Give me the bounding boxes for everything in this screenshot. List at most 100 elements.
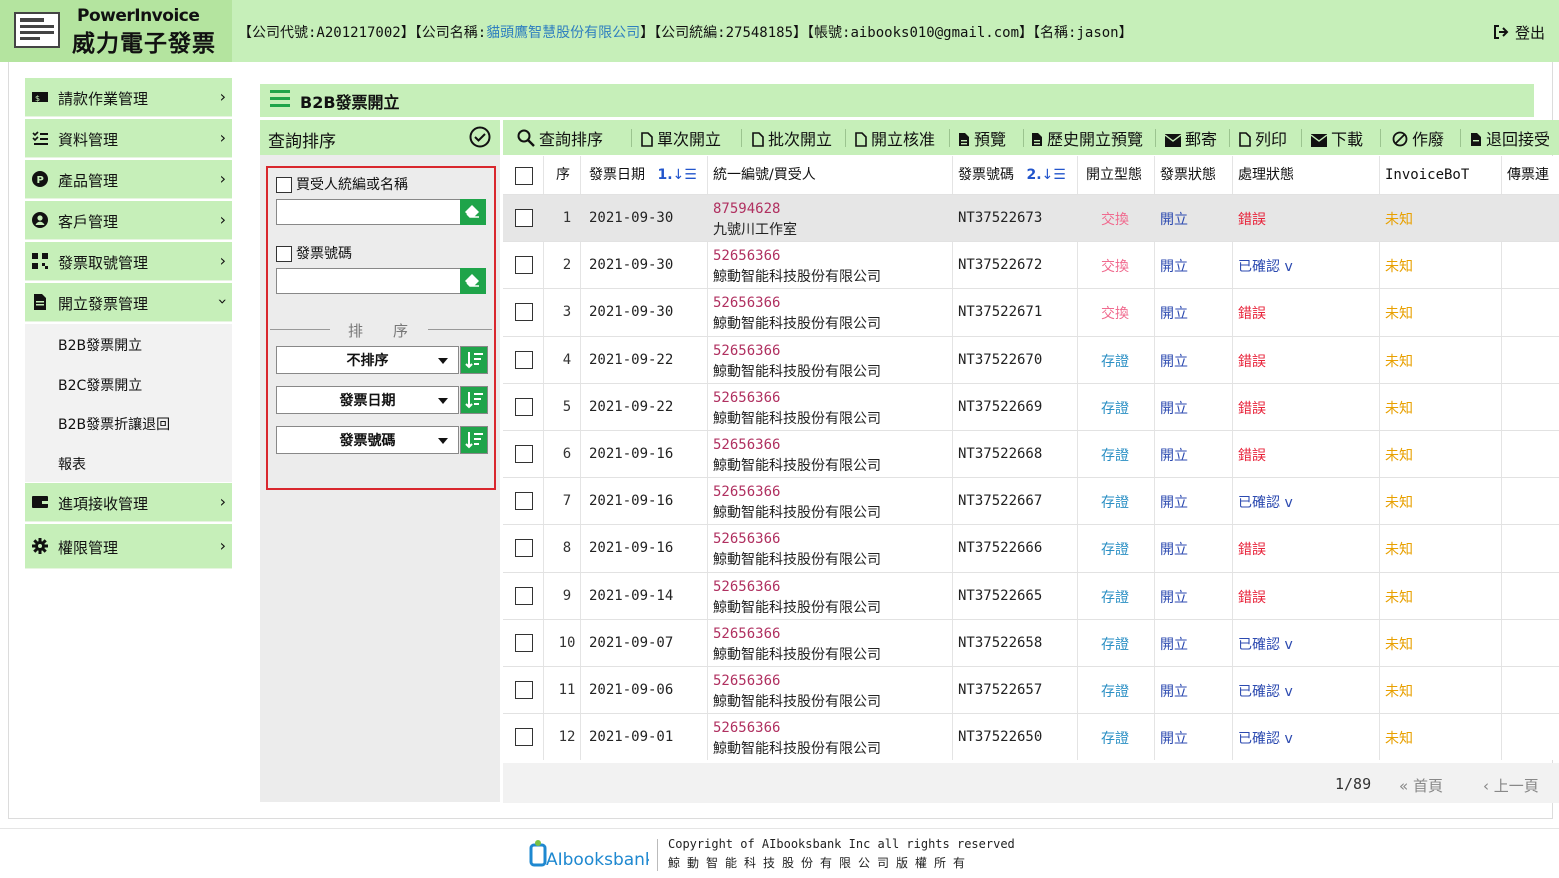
first-page-button[interactable]: « 首頁 — [1399, 775, 1443, 796]
row-checkbox[interactable] — [515, 728, 533, 747]
sort-direction-button-1[interactable] — [460, 346, 488, 374]
row-process-status[interactable]: 已確認 v — [1238, 681, 1293, 701]
row-checkbox[interactable] — [515, 492, 533, 511]
table-row[interactable]: 1 2021-09-30 87594628 九號川工作室 NT37522673 交換 開立 錯… — [503, 194, 1559, 242]
row-invoice-status[interactable]: 開立 — [1160, 351, 1188, 371]
row-process-status[interactable]: 已確認 v — [1238, 492, 1293, 512]
sidebar-subitem-b2b-allowance[interactable]: B2B發票折讓退回 — [25, 403, 232, 443]
sort-desc-icon — [465, 352, 483, 369]
table-row[interactable]: 8 2021-09-16 52656366 鯨動智能科技股份有限公司 NT3752266… — [503, 524, 1559, 572]
sort-direction-button-2[interactable] — [460, 386, 488, 414]
header-invoice-no[interactable]: 發票號碼 2.↓☰ — [958, 156, 1066, 194]
invoice-number-input[interactable] — [276, 268, 486, 294]
row-invoice-status[interactable]: 開立 — [1160, 256, 1188, 276]
sort-select-2[interactable]: 發票日期 — [276, 386, 459, 414]
row-invoice-status[interactable]: 開立 — [1160, 492, 1188, 512]
toolbar-return-accept-button[interactable]: 退回接受 — [1470, 126, 1550, 150]
table-row[interactable]: 10 2021-09-07 52656366 鯨動智能科技股份有限公司 NT375226… — [503, 618, 1559, 667]
table-row[interactable]: 11 2021-09-06 52656366 鯨動智能科技股份有限公司 NT375226… — [503, 666, 1559, 714]
select-all-checkbox[interactable] — [515, 167, 533, 185]
row-process-status[interactable]: 錯誤 — [1238, 587, 1266, 607]
row-process-status[interactable]: 已確認 v — [1238, 728, 1293, 748]
row-checkbox[interactable] — [515, 681, 533, 699]
app-logo[interactable]: PowerInvoice 威力電子發票 — [0, 0, 232, 62]
sort-select-3[interactable]: 發票號碼 — [276, 426, 459, 454]
row-checkbox[interactable] — [515, 586, 533, 605]
sidebar-item-products[interactable]: P 產品管理 › — [25, 160, 232, 199]
sidebar-subitem-b2b-issue[interactable]: B2B發票開立 — [25, 324, 232, 364]
table-row[interactable]: 9 2021-09-14 52656366 鯨動智能科技股份有限公司 NT3752266… — [503, 571, 1559, 620]
sort-select-1[interactable]: 不排序 — [276, 346, 459, 374]
logout-button[interactable]: 登出 — [1493, 22, 1545, 43]
row-process-status[interactable]: 已確認 v — [1238, 634, 1293, 654]
row-process-status[interactable]: 錯誤 — [1238, 303, 1266, 323]
toolbar-void-button[interactable]: 作廢 — [1392, 126, 1444, 150]
toolbar-download-button[interactable]: 下載 — [1311, 126, 1363, 150]
toolbar-history-preview-button[interactable]: 歷史開立預覽 — [1031, 126, 1143, 150]
row-process-status[interactable]: 錯誤 — [1238, 539, 1266, 559]
row-issue-type: 存證 — [1101, 684, 1129, 700]
row-invoice-status[interactable]: 開立 — [1160, 634, 1188, 654]
buyer-search-input[interactable] — [276, 199, 486, 225]
row-invoice-status[interactable]: 開立 — [1160, 398, 1188, 418]
sidebar-subitem-label: 報表 — [58, 456, 86, 473]
row-checkbox[interactable] — [515, 256, 533, 275]
toolbar-batch-issue-button[interactable]: 批次開立 — [752, 126, 832, 150]
sidebar-item-permissions[interactable]: 權限管理 › — [25, 524, 232, 569]
row-invoice-status[interactable]: 開立 — [1160, 728, 1188, 748]
row-process-status[interactable]: 錯誤 — [1238, 445, 1266, 465]
sidebar-subitem-reports[interactable]: 報表 — [25, 442, 232, 482]
toolbar-print-button[interactable]: 列印 — [1239, 126, 1287, 150]
table-row[interactable]: 5 2021-09-22 52656366 鯨動智能科技股份有限公司 NT3752266… — [503, 382, 1559, 431]
toolbar-single-issue-button[interactable]: 單次開立 — [641, 126, 721, 150]
hamburger-menu-icon[interactable] — [270, 90, 290, 108]
table-row[interactable]: 3 2021-09-30 52656366 鯨動智能科技股份有限公司 NT3752267… — [503, 288, 1559, 336]
toolbar-preview-button[interactable]: 預覽 — [958, 126, 1006, 150]
header-date[interactable]: 發票日期 1.↓☰ — [589, 156, 697, 194]
sidebar-subitem-b2c-issue[interactable]: B2C發票開立 — [25, 363, 232, 403]
row-issue-type: 交換 — [1101, 306, 1129, 323]
sidebar-item-issue-invoice[interactable]: 開立發票管理 › — [25, 283, 232, 322]
confirm-check-icon[interactable] — [469, 126, 491, 148]
table-row[interactable]: 7 2021-09-16 52656366 鯨動智能科技股份有限公司 NT3752266… — [503, 477, 1559, 525]
row-checkbox[interactable] — [515, 539, 533, 558]
row-process-status[interactable]: 錯誤 — [1238, 351, 1266, 371]
toolbar-query-button[interactable]: 查詢排序 — [517, 126, 603, 150]
row-process-status[interactable]: 錯誤 — [1238, 209, 1266, 229]
clear-buyer-button[interactable] — [460, 199, 486, 225]
row-checkbox[interactable] — [515, 445, 533, 463]
row-checkbox[interactable] — [515, 209, 533, 227]
invoice-filter-checkbox[interactable] — [276, 246, 292, 262]
toolbar-approve-button[interactable]: 開立核准 — [855, 126, 935, 150]
toolbar-mail-button[interactable]: 郵寄 — [1165, 126, 1217, 150]
row-invoicebot-status: 未知 — [1385, 589, 1413, 606]
sort-direction-button-3[interactable] — [460, 426, 488, 454]
buyer-filter-checkbox[interactable] — [276, 177, 292, 193]
row-checkbox[interactable] — [515, 633, 533, 652]
row-invoice-status[interactable]: 開立 — [1160, 445, 1188, 465]
row-checkbox[interactable] — [515, 303, 533, 322]
row-checkbox[interactable] — [515, 397, 533, 416]
sidebar-item-number-allocation[interactable]: 發票取號管理 › — [25, 242, 232, 281]
sidebar-item-customers[interactable]: 客戶管理 › — [25, 201, 232, 240]
prev-page-button[interactable]: ‹ 上一頁 — [1483, 775, 1539, 796]
table-row[interactable]: 12 2021-09-01 52656366 鯨動智能科技股份有限公司 NT375226… — [503, 713, 1559, 760]
table-row[interactable]: 4 2021-09-22 52656366 鯨動智能科技股份有限公司 NT3752267… — [503, 335, 1559, 384]
row-seq: 7 — [562, 493, 572, 510]
company-name: 貓頭鷹智慧股份有限公司 — [486, 25, 641, 41]
table-row[interactable]: 2 2021-09-30 52656366 鯨動智能科技股份有限公司 NT3752267… — [503, 241, 1559, 289]
sidebar-item-billing[interactable]: $ 請款作業管理 › — [25, 78, 232, 117]
row-invoice-status[interactable]: 開立 — [1160, 209, 1188, 229]
row-process-status[interactable]: 已確認 v — [1238, 256, 1293, 276]
row-invoice-status[interactable]: 開立 — [1160, 539, 1188, 559]
row-invoice-status[interactable]: 開立 — [1160, 587, 1188, 607]
sidebar-item-input-receive[interactable]: 進項接收管理 › — [25, 483, 232, 522]
sidebar-item-data[interactable]: 資料管理 › — [25, 119, 232, 158]
row-process-status[interactable]: 錯誤 — [1238, 398, 1266, 418]
row-invoice-number: NT37522670 — [958, 351, 1043, 368]
table-row[interactable]: 6 2021-09-16 52656366 鯨動智能科技股份有限公司 NT3752266… — [503, 430, 1559, 478]
row-checkbox[interactable] — [515, 350, 533, 369]
row-invoice-status[interactable]: 開立 — [1160, 681, 1188, 701]
clear-invoice-button[interactable] — [460, 268, 486, 294]
row-invoice-status[interactable]: 開立 — [1160, 303, 1188, 323]
